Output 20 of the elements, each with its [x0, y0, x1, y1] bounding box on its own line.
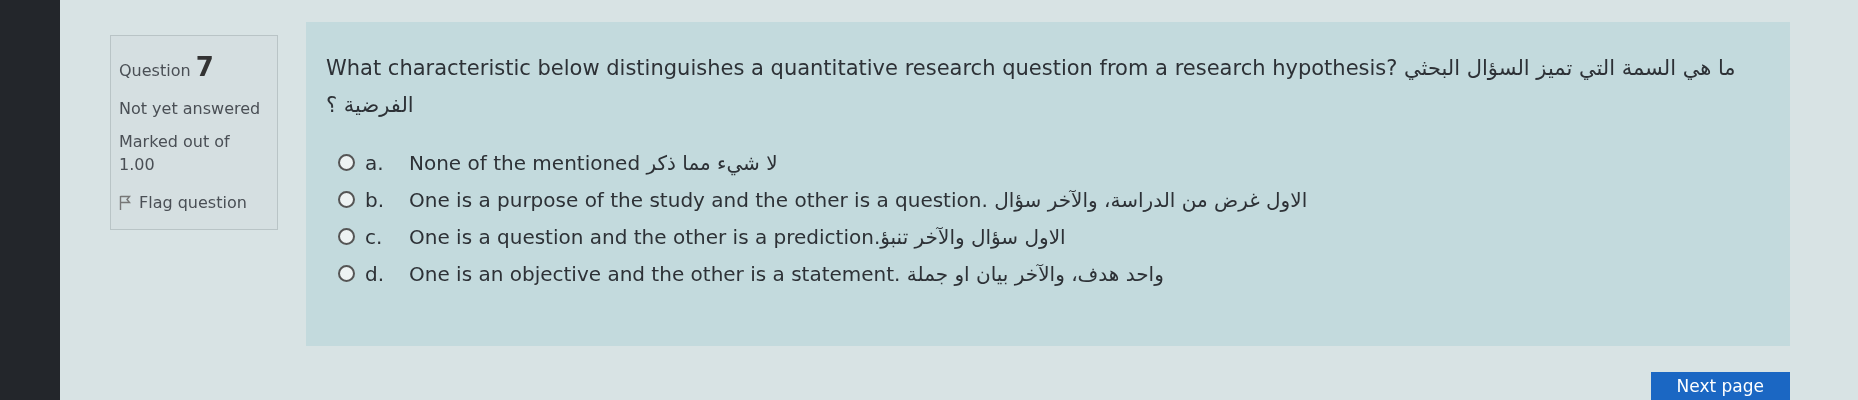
- question-label: Question: [119, 61, 191, 80]
- option-text: One is a purpose of the study and the other is a question. الاول غرض من الدراسة، والآخر سؤال: [409, 186, 1308, 214]
- next-page-button[interactable]: Next page: [1650, 371, 1790, 400]
- question-mark: Marked out of 1.00: [119, 131, 231, 177]
- option-letter: b.: [365, 186, 386, 214]
- option-text: One is a question and the other is a prediction.الاول سؤال والآخر تنبؤ: [409, 223, 1066, 251]
- flag-icon[interactable]: [119, 195, 131, 211]
- question-text: What characteristic below distinguishes a quantitative research question from a research hypothesis? ما هي السمة التي تميز السؤال البحثي الفرضية ؟: [326, 55, 1737, 119]
- option-letter: d.: [365, 260, 386, 288]
- radio-button[interactable]: [338, 265, 355, 282]
- option-letter: a.: [365, 149, 385, 177]
- option-text: None of the mentioned لا شيء مما ذكر: [409, 149, 778, 178]
- flag-question-link[interactable]: Flag question: [139, 190, 247, 215]
- radio-button[interactable]: [338, 191, 355, 208]
- option-text: One is an objective and the other is a statement. واحد هدف، والآخر بيان او جملة: [409, 260, 1164, 288]
- question-status: Not yet answered: [119, 98, 262, 120]
- radio-button[interactable]: [338, 228, 355, 245]
- radio-button[interactable]: [338, 154, 355, 171]
- question-number: 7: [195, 52, 214, 82]
- option-letter: c.: [365, 223, 384, 251]
